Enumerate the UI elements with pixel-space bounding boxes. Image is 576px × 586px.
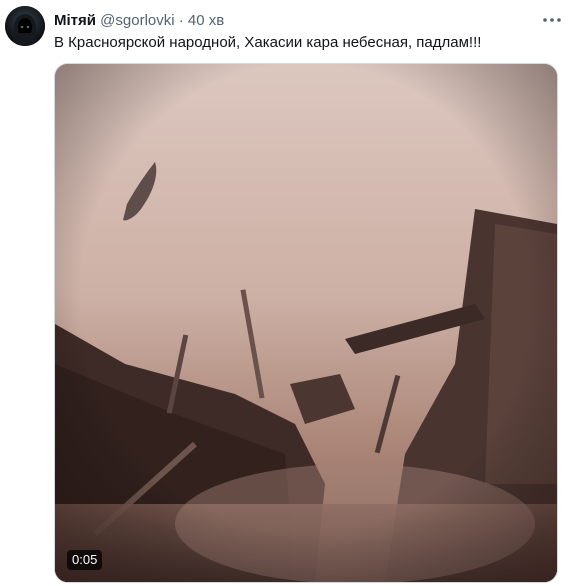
header-separator: · [178, 12, 184, 29]
author-name[interactable]: Мітяй [54, 12, 96, 29]
tweet-text: В Красноярской народной, Хакасии кара не… [54, 34, 482, 51]
hooded-figure-avatar-icon [5, 6, 45, 46]
more-options-button[interactable] [540, 10, 564, 30]
tweet-timestamp[interactable]: 40 хв [188, 12, 224, 29]
video-player[interactable]: 0:05 [54, 63, 558, 583]
video-duration-badge: 0:05 [67, 550, 103, 570]
more-horizontal-icon [543, 18, 561, 22]
tweet-header: Мітяй @sgorlovki · 40 хв [54, 11, 536, 30]
author-handle[interactable]: @sgorlovki [100, 12, 174, 29]
tweet-card[interactable]: Мітяй @sgorlovki · 40 хв В Красноярской … [0, 0, 576, 586]
video-thumbnail [55, 64, 557, 582]
author-avatar[interactable] [5, 6, 45, 46]
